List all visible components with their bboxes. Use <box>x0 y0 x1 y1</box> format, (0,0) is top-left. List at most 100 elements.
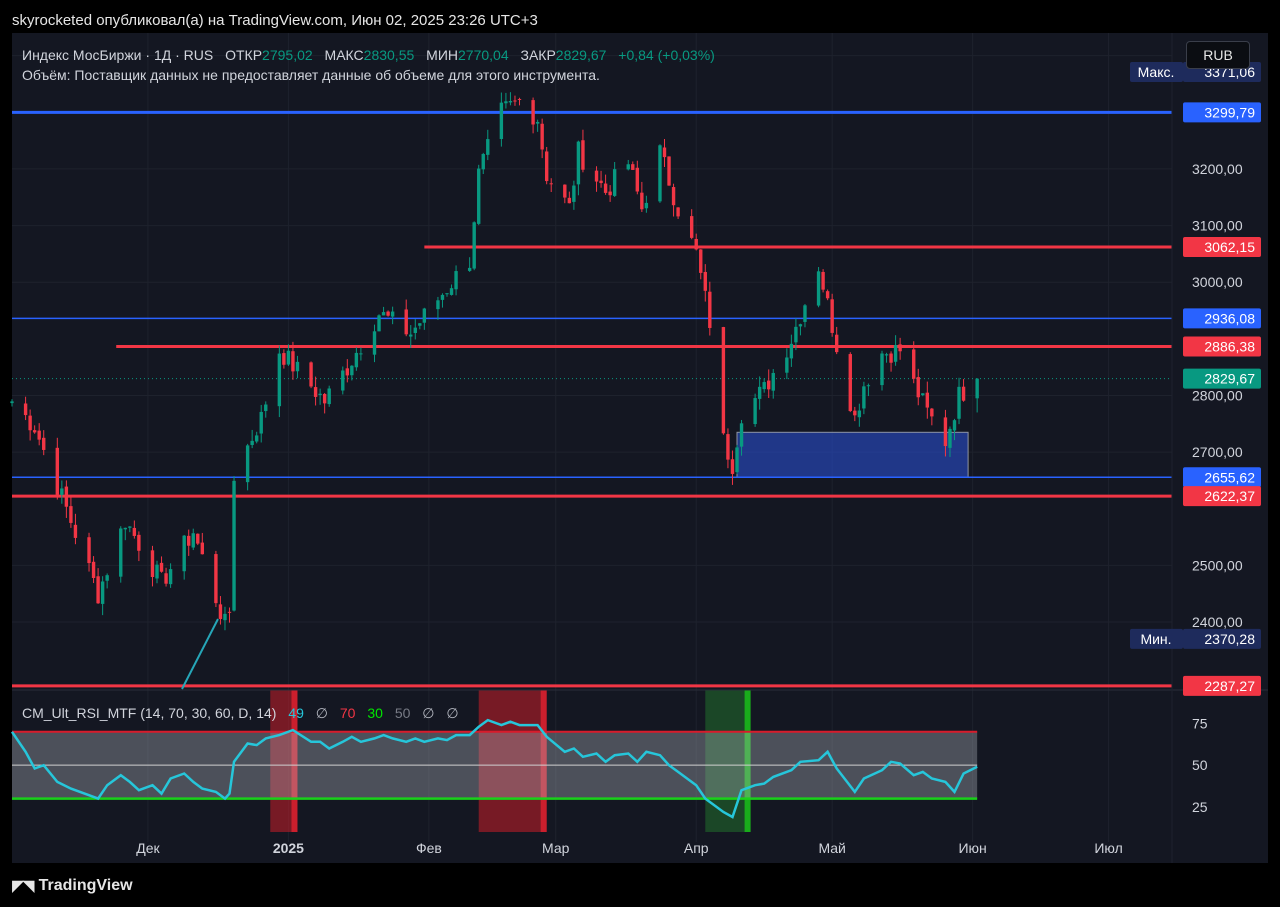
candle-body[interactable] <box>862 386 866 409</box>
candle-body[interactable] <box>943 417 948 447</box>
candle-body[interactable] <box>866 385 871 387</box>
candle-body[interactable] <box>757 386 762 399</box>
candle-body[interactable] <box>413 327 417 334</box>
candle-body[interactable] <box>540 123 544 150</box>
price-tag[interactable]: 2886,38 <box>1183 336 1261 357</box>
candle-body[interactable] <box>730 459 735 474</box>
candle-body[interactable] <box>794 326 798 343</box>
candle-body[interactable] <box>164 573 168 584</box>
candle-body[interactable] <box>467 267 472 271</box>
candle-body[interactable] <box>354 352 359 368</box>
price-tag[interactable]: 2655,62 <box>1183 467 1261 488</box>
candle-body[interactable] <box>699 249 703 273</box>
price-chart[interactable]: 755025 3400,003200,003100,003000,002800,… <box>0 0 1280 907</box>
candle-body[interactable] <box>386 311 390 316</box>
candle-body[interactable] <box>137 534 141 551</box>
candle-body[interactable] <box>359 353 363 355</box>
candle-body[interactable] <box>853 410 857 416</box>
currency-button[interactable]: RUB <box>1186 41 1250 69</box>
candle-body[interactable] <box>418 323 422 326</box>
candle-body[interactable] <box>96 576 100 604</box>
candle-body[interactable] <box>658 145 662 202</box>
price-tag[interactable]: 2936,08 <box>1183 308 1261 329</box>
candle-body[interactable] <box>42 437 46 450</box>
candle-body[interactable] <box>440 294 445 300</box>
candle-body[interactable] <box>291 351 295 372</box>
candle-body[interactable] <box>60 488 64 495</box>
candle-body[interactable] <box>889 353 893 363</box>
demand-zone-rect[interactable] <box>736 431 969 478</box>
candle-body[interactable] <box>544 151 549 182</box>
candle-body[interactable] <box>277 353 282 407</box>
brand-logo[interactable]: ◤◥ TradingView <box>12 876 133 896</box>
candle-body[interactable] <box>834 334 839 353</box>
candle-body[interactable] <box>563 184 567 198</box>
candle-body[interactable] <box>594 170 599 182</box>
candle-body[interactable] <box>23 403 28 416</box>
candle-body[interactable] <box>857 410 862 418</box>
candle-body[interactable] <box>282 353 286 365</box>
candle-body[interactable] <box>128 526 132 528</box>
candle-body[interactable] <box>119 528 123 577</box>
candle-body[interactable] <box>159 562 164 572</box>
candle-body[interactable] <box>767 380 771 390</box>
candle-body[interactable] <box>576 141 581 185</box>
candle-body[interactable] <box>286 350 291 365</box>
candle-body[interactable] <box>880 353 884 386</box>
candle-body[interactable] <box>28 415 32 431</box>
candle-body[interactable] <box>726 434 730 460</box>
candle-body[interactable] <box>155 564 159 579</box>
candle-body[interactable] <box>599 180 603 184</box>
candle-body[interactable] <box>644 202 649 209</box>
candle-body[interactable] <box>667 156 671 186</box>
candle-body[interactable] <box>87 537 91 564</box>
candle-body[interactable] <box>404 309 408 335</box>
candle-body[interactable] <box>223 613 227 621</box>
candle-body[interactable] <box>123 527 127 530</box>
candle-body[interactable] <box>517 98 522 100</box>
candle-body[interactable] <box>182 535 186 572</box>
candle-body[interactable] <box>454 271 458 290</box>
candle-body[interactable] <box>689 216 694 238</box>
candle-body[interactable] <box>635 167 640 192</box>
candle-body[interactable] <box>893 345 898 362</box>
candle-body[interactable] <box>694 238 698 250</box>
candle-body[interactable] <box>798 324 803 327</box>
candle-body[interactable] <box>898 344 902 352</box>
candle-body[interactable] <box>232 480 236 611</box>
candle-body[interactable] <box>531 100 535 125</box>
candle-body[interactable] <box>10 401 14 404</box>
candle-body[interactable] <box>105 575 109 581</box>
candle-body[interactable] <box>32 430 37 433</box>
candle-body[interactable] <box>572 185 576 202</box>
candle-body[interactable] <box>132 527 137 536</box>
candle-body[interactable] <box>952 420 957 431</box>
candle-body[interactable] <box>436 300 440 310</box>
candle-body[interactable] <box>69 506 73 523</box>
candle-body[interactable] <box>803 305 807 322</box>
candle-body[interactable] <box>200 542 205 555</box>
candle-body[interactable] <box>350 365 354 376</box>
candle-body[interactable] <box>676 207 680 217</box>
candle-body[interactable] <box>662 147 667 158</box>
candle-body[interactable] <box>322 393 327 404</box>
candle-body[interactable] <box>771 372 775 391</box>
candle-body[interactable] <box>739 423 744 447</box>
candle-body[interactable] <box>168 569 173 585</box>
candle-body[interactable] <box>449 288 454 295</box>
candle-body[interactable] <box>187 535 191 546</box>
candle-body[interactable] <box>504 101 508 104</box>
price-tag[interactable]: 2287,27 <box>1183 675 1261 696</box>
candle-body[interactable] <box>721 327 726 434</box>
candle-body[interactable] <box>735 447 739 473</box>
candle-body[interactable] <box>327 388 331 405</box>
candle-body[interactable] <box>264 404 268 412</box>
candle-body[interactable] <box>91 561 96 579</box>
candle-body[interactable] <box>309 362 313 387</box>
candle-body[interactable] <box>961 386 966 401</box>
candle-body[interactable] <box>100 581 105 604</box>
candle-body[interactable] <box>445 293 449 295</box>
candle-body[interactable] <box>508 101 513 103</box>
price-tag[interactable]: 2370,28 Мин. <box>1130 628 1261 649</box>
candle-body[interactable] <box>481 154 485 170</box>
